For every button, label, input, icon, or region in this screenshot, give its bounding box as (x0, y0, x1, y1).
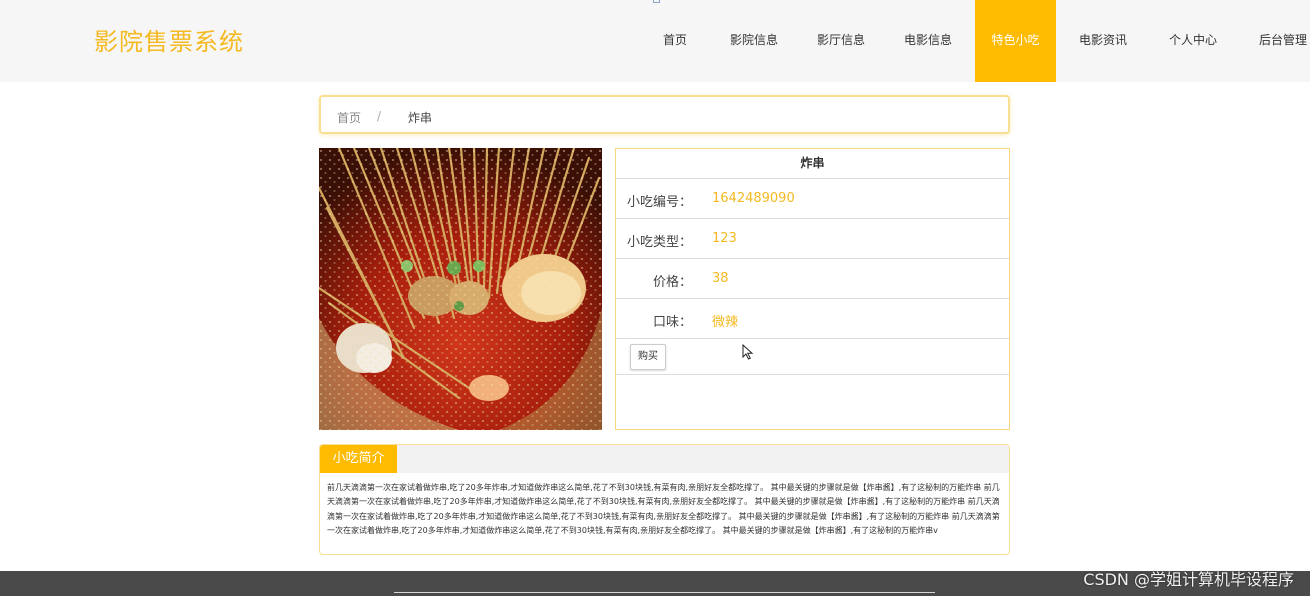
detail-row-price: 价格： 38 (616, 259, 1009, 299)
snack-title: 炸串 (616, 149, 1009, 179)
intro-header-bar (320, 445, 1009, 473)
intro-heading: 小吃简介 (320, 445, 397, 473)
flavor-value: 微辣 (712, 315, 739, 330)
price-value: 38 (712, 271, 729, 286)
breadcrumb-separator: / (377, 109, 382, 123)
detail-row-snack-id: 小吃编号： 1642489090 (616, 179, 1009, 219)
breadcrumb-current: 炸串 (408, 111, 433, 125)
snack-id-value: 1642489090 (712, 191, 795, 206)
nav-cinema-info[interactable]: 影院信息 (722, 0, 786, 82)
breadcrumb-home-link[interactable]: 首页 (337, 109, 361, 126)
footer-divider (394, 592, 935, 593)
nav-snacks[interactable]: 特色小吃 (975, 0, 1056, 82)
site-header: 影院售票系统 首页 影院信息 影厅信息 电影信息 特色小吃 电影资讯 个人中心 … (0, 0, 1310, 82)
detail-row-snack-type: 小吃类型： 123 (616, 219, 1009, 259)
snack-photo-illustration (319, 148, 602, 430)
csdn-watermark: CSDN @学姐计算机毕设程序 (1083, 570, 1294, 589)
snack-type-label: 小吃类型： (626, 235, 692, 250)
detail-row-flavor: 口味： 微辣 (616, 299, 1009, 339)
snack-detail-panel: 炸串 小吃编号： 1642489090 小吃类型： 123 价格： 38 口味：… (615, 148, 1010, 430)
flavor-label: 口味： (652, 315, 692, 330)
intro-text: 前几天滴滴第一次在家试着做炸串,吃了20多年炸串,才知道做炸串这么简单,花了不到… (327, 483, 1000, 536)
snack-id-label: 小吃编号： (626, 195, 692, 210)
mouse-cursor-icon (742, 344, 754, 360)
nav-admin[interactable]: 后台管理 (1251, 0, 1310, 82)
nav-personal-center[interactable]: 个人中心 (1161, 0, 1225, 82)
snack-image (319, 148, 602, 430)
nav-movie-info[interactable]: 电影信息 (896, 0, 960, 82)
snack-intro-panel: 小吃简介 前几天滴滴第一次在家试着做炸串,吃了20多年炸串,才知道做炸串这么简单… (319, 444, 1010, 555)
buy-button[interactable]: 购买 (630, 344, 666, 370)
nav-movie-news[interactable]: 电影资讯 (1071, 0, 1135, 82)
breadcrumb: 首页 / 炸串 (319, 95, 1010, 134)
nav-home[interactable]: 首页 (648, 0, 702, 82)
price-label: 价格： (652, 275, 692, 290)
nav-hall-info[interactable]: 影厅信息 (809, 0, 873, 82)
snack-type-value: 123 (712, 231, 737, 246)
main-nav: 首页 影院信息 影厅信息 电影信息 特色小吃 电影资讯 个人中心 后台管理 (0, 0, 1310, 82)
buy-row: 购买 (616, 339, 1009, 375)
